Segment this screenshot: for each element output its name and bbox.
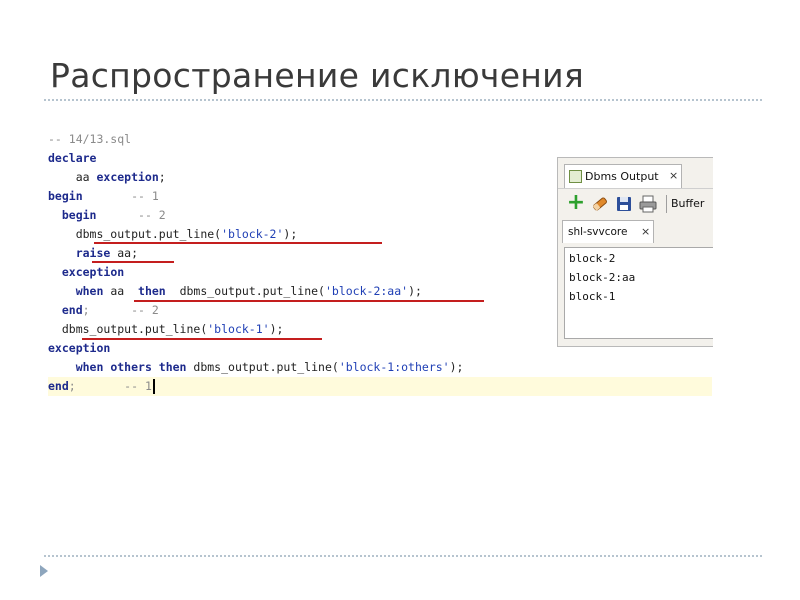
code-token: -- 2	[96, 208, 166, 222]
code-token: exception	[61, 265, 125, 279]
code-token: exception	[96, 170, 159, 184]
dbms-output-icon	[569, 170, 582, 183]
print-icon[interactable]	[638, 194, 658, 214]
output-line: block-2:aa	[569, 271, 636, 284]
output-area[interactable]: block-2 block-2:aa block-1	[564, 247, 713, 339]
dbms-output-panel: Dbms Output × + Buffer shl-svvcore × blo…	[557, 157, 713, 347]
toolbar-separator	[666, 195, 667, 213]
code-token: dbms_output.put_line(	[48, 322, 208, 336]
tab-connection-label: shl-svvcore	[568, 226, 628, 238]
underline-put-line-block-2	[94, 242, 382, 244]
tab-dbms-output[interactable]: Dbms Output ×	[564, 164, 682, 188]
code-token: aa	[103, 284, 139, 298]
code-token: dbms_output.put_line(	[186, 360, 339, 374]
code-token: aa;	[110, 246, 139, 260]
output-line: block-2	[569, 252, 616, 265]
slide-title: Распространение исключения	[50, 56, 585, 95]
add-icon[interactable]: +	[566, 192, 586, 214]
code-token: -- 14/13.sql	[48, 132, 132, 146]
code-line: when others then dbms_output.put_line('b…	[48, 358, 712, 377]
code-token: aa	[48, 170, 97, 184]
tab-dbms-output-label: Dbms Output	[585, 170, 659, 183]
code-token: exception	[48, 341, 111, 355]
code-token: -- 1	[82, 189, 159, 203]
code-token: 'block-2'	[221, 227, 284, 241]
code-line: -- 14/13.sql	[48, 130, 712, 149]
code-token: then	[138, 284, 166, 298]
code-token: ;	[158, 170, 166, 184]
code-token: 'block-1:others'	[338, 360, 450, 374]
code-line: end; -- 1	[48, 377, 712, 396]
code-token: dbms_output.put_line(	[165, 284, 325, 298]
code-token: );	[408, 284, 422, 298]
close-icon[interactable]: ×	[641, 225, 650, 238]
dbms-toolbar: + Buffer	[558, 188, 713, 219]
code-token: when others then	[75, 360, 187, 374]
code-token: end	[61, 303, 83, 317]
code-token: );	[283, 227, 298, 241]
code-token: begin	[48, 189, 83, 203]
code-token: 'block-2:aa'	[324, 284, 409, 298]
code-token: raise	[75, 246, 111, 260]
code-token: ; -- 1	[68, 379, 152, 393]
code-token: when	[75, 284, 104, 298]
footer-divider	[44, 555, 762, 557]
code-token: ; -- 2	[82, 303, 159, 317]
code-token: 'block-1'	[207, 322, 270, 336]
save-icon[interactable]	[614, 194, 634, 214]
underline-put-line-block-1	[82, 338, 322, 340]
output-line: block-1	[569, 290, 616, 303]
code-token: );	[449, 360, 464, 374]
code-token: dbms_output.put_line(	[48, 227, 222, 241]
code-token: begin	[61, 208, 97, 222]
tab-connection[interactable]: shl-svvcore ×	[562, 220, 654, 243]
code-token: );	[269, 322, 284, 336]
buffer-label[interactable]: Buffer	[671, 197, 704, 210]
underline-raise	[92, 261, 174, 263]
eraser-icon[interactable]	[590, 194, 610, 214]
close-icon[interactable]: ×	[669, 169, 678, 182]
underline-when-aa	[134, 300, 484, 302]
title-divider	[44, 99, 762, 101]
slide-nav-arrow-icon[interactable]	[40, 565, 48, 577]
code-token: end	[48, 379, 69, 393]
text-cursor	[152, 379, 155, 394]
code-token: declare	[48, 151, 97, 165]
